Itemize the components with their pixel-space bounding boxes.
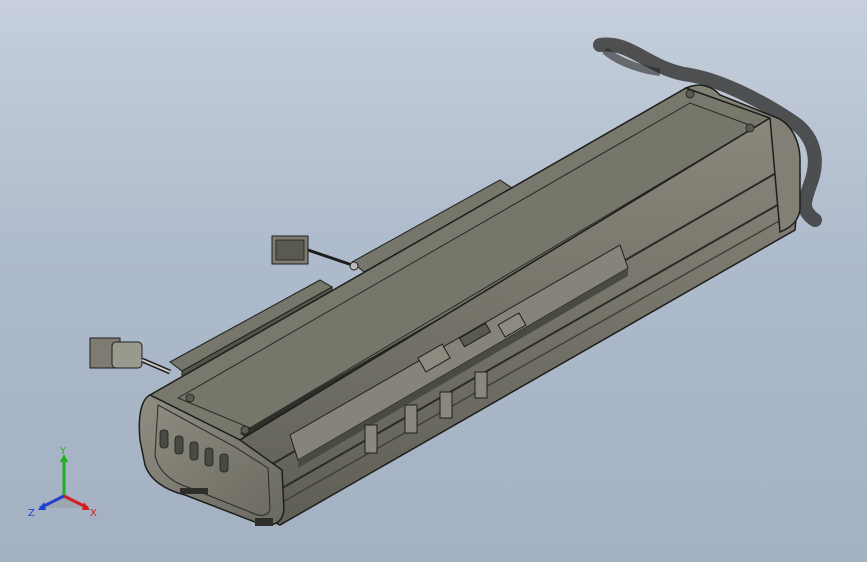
y-axis-label: Y: [59, 446, 67, 457]
cable-connector-upper[interactable]: [271, 235, 359, 271]
cap-foot: [180, 488, 208, 494]
cable-connector-lower[interactable]: [89, 337, 171, 375]
graphics-viewport[interactable]: Y X Z: [0, 0, 867, 562]
cap-foot-2: [255, 518, 273, 526]
z-axis-arrow: [38, 502, 46, 510]
z-axis-label: Z: [28, 508, 35, 519]
x-axis-label: X: [90, 508, 97, 519]
orientation-triad-icon[interactable]: Y X Z: [24, 446, 104, 526]
x-axis-arrow: [82, 502, 90, 510]
linear-actuator-model[interactable]: [0, 0, 867, 562]
